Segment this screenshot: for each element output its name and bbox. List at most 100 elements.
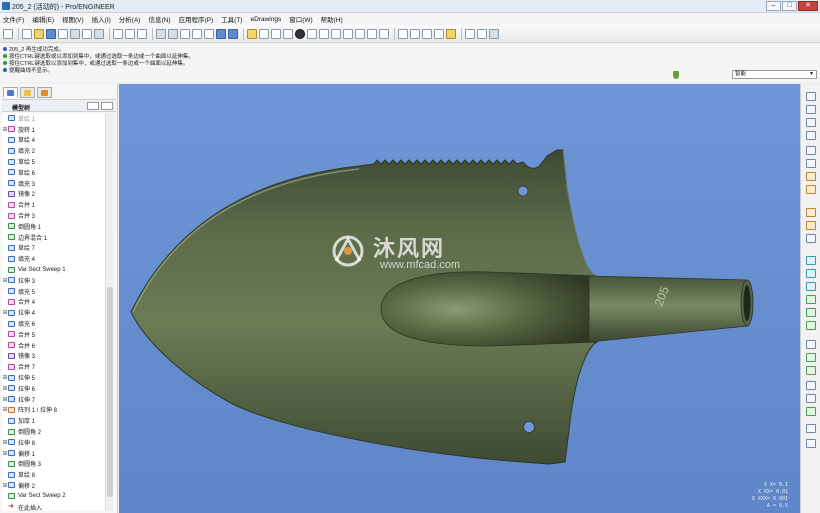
tree-show-button[interactable] [101,102,113,110]
model-tree-item[interactable]: 倒圆角 3 [2,459,105,470]
warp-tool-icon[interactable] [806,439,816,448]
model-tree-item[interactable]: ⊞ 拉伸 6 [2,383,105,394]
layers-icon[interactable] [367,28,377,39]
view-manager-icon[interactable] [379,28,389,39]
model-tree-item[interactable]: 填充 2 [2,145,105,156]
save-copy-icon[interactable] [58,28,68,39]
model-tree-item[interactable]: 加厚 1 [2,415,105,426]
style-tool-icon[interactable] [806,424,816,433]
model-tree-item[interactable]: 镜像 3 [2,351,105,362]
tree-settings-button[interactable] [87,102,99,110]
menu-edit[interactable]: 编辑(E) [32,14,54,24]
minimize-button[interactable]: – [766,1,781,11]
new-file-icon[interactable] [22,28,32,39]
model-tree-item[interactable]: 合并 4 [2,297,105,308]
datum-axis-icon[interactable] [806,118,816,127]
appearance-icon[interactable] [283,28,293,39]
menu-edrawings[interactable]: eDrawings [250,16,281,23]
sketch-tool-icon[interactable] [806,92,816,101]
model-tree-item[interactable]: ⊞ 偏移 2 [2,480,105,491]
activate-window-icon[interactable] [125,28,135,39]
email-link-icon[interactable] [94,28,104,39]
model-tree-item[interactable]: 草绘 6 [2,167,105,178]
menu-help[interactable]: 帮助(H) [321,14,343,24]
model-tree-item[interactable]: 草绘 8 [2,469,105,480]
menu-view[interactable]: 视图(V) [62,14,84,24]
refit-icon[interactable] [331,28,341,39]
datum-curve-icon[interactable] [806,131,816,140]
model-tree-item[interactable]: 合并 3 [2,210,105,221]
tab-model-tree[interactable] [3,87,18,98]
model-tree-item[interactable]: 合并 5 [2,329,105,340]
regenerate-icon[interactable] [228,28,238,39]
model-tree-item[interactable]: 合并 7 [2,361,105,372]
merge-tool-icon[interactable] [806,366,816,375]
annotation-display-icon[interactable] [446,28,456,39]
model-tree-item[interactable]: 合并 6 [2,340,105,351]
model-tree-item[interactable]: ⊞ 旋转 1 [2,124,105,135]
menu-insert[interactable]: 插入(I) [92,14,111,24]
paste-special-icon[interactable] [216,28,226,39]
model-tree-item[interactable]: 草绘 4 [2,135,105,146]
scrollbar-thumb[interactable] [107,287,113,497]
context-help-icon[interactable] [3,28,13,39]
undo-icon[interactable] [156,28,166,39]
menu-tools[interactable]: 工具(T) [221,14,242,24]
datum-planes-icon[interactable] [398,28,408,39]
model-tree-item[interactable]: 填充 4 [2,253,105,264]
model-tree-item[interactable]: 草绘 7 [2,243,105,254]
model-tree-item[interactable]: Var Sect Sweep 2 [2,491,105,502]
model-tree-item[interactable]: ⊞ 拉伸 5 [2,372,105,383]
spin-center-icon[interactable] [259,28,269,39]
distributed-computing-icon[interactable] [489,28,499,39]
model-tree-item[interactable]: 填充 3 [2,178,105,189]
coordinate-system-icon[interactable] [806,159,816,168]
model-tree-item[interactable]: ⊞ 拉伸 4 [2,307,105,318]
draft-tool-icon[interactable] [806,340,816,349]
datum-point-icon[interactable] [806,146,816,155]
revolve-tool-icon[interactable] [806,269,816,278]
variable-sweep-icon[interactable] [806,282,816,291]
hole-tool-icon[interactable] [806,208,816,217]
datum-axes-icon[interactable] [410,28,420,39]
display-style-icon[interactable] [295,28,305,39]
open-file-icon[interactable] [34,28,44,39]
window-icon[interactable] [113,28,123,39]
model-tree-item[interactable]: 倒圆角 1 [2,221,105,232]
paste-icon[interactable] [204,28,214,39]
pattern-tool-icon[interactable] [806,394,816,403]
menu-window[interactable]: 窗口(W) [289,14,312,24]
mirror-tool-icon[interactable] [806,353,816,362]
model-tree-item[interactable]: ⊞ 拉伸 7 [2,394,105,405]
saved-views-icon[interactable] [355,28,365,39]
model-tree-item[interactable]: 镜像 2 [2,189,105,200]
menu-file[interactable]: 文件(F) [3,14,24,24]
model-tree-item[interactable]: 边界混合 1 [2,232,105,243]
analysis-feature-icon[interactable] [806,172,816,181]
model-tree-item[interactable]: Var Sect Sweep 1 [2,264,105,275]
model-tree-item[interactable]: 合并 1 [2,199,105,210]
model-tree-item[interactable]: 倒圆角 2 [2,426,105,437]
close-window-icon[interactable] [137,28,147,39]
tab-folder-browser[interactable] [20,87,35,98]
menu-analysis[interactable]: 分析(A) [119,14,141,24]
zoom-in-icon[interactable] [307,28,317,39]
network-icon[interactable] [477,28,487,39]
selection-filter-dropdown[interactable]: 智能 ▼ [732,70,817,79]
zoom-out-icon[interactable] [319,28,329,39]
model-tree-item[interactable]: 草绘 1 [2,113,105,124]
repaint-icon[interactable] [247,28,257,39]
reorient-icon[interactable] [343,28,353,39]
trim-tool-icon[interactable] [806,381,816,390]
coordinate-systems-icon[interactable] [434,28,444,39]
model-tree-scrollbar[interactable] [105,113,113,511]
swept-blend-icon[interactable] [806,295,816,304]
redo-icon[interactable] [168,28,178,39]
model-tree-item[interactable]: ⊞ 偏移 1 [2,448,105,459]
model-tree-item[interactable]: 草绘 5 [2,156,105,167]
menu-info[interactable]: 信息(N) [148,14,170,24]
close-button[interactable]: ✕ [798,1,818,11]
model-tree-item[interactable]: ⊞ 阵列 1 / 拉伸 8 [2,405,105,416]
shell-tool-icon[interactable] [806,221,816,230]
orient-mode-icon[interactable] [271,28,281,39]
